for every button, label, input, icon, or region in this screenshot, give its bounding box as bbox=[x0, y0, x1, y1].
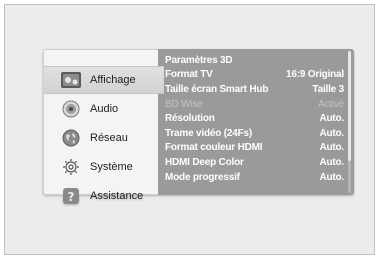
setting-row-trame-video[interactable]: Trame vidéo (24Fs) Auto. bbox=[165, 126, 344, 141]
setting-value: Auto. bbox=[319, 127, 344, 139]
setting-label: BD Wise bbox=[165, 98, 203, 110]
sidebar-item-audio[interactable]: Audio bbox=[44, 95, 158, 123]
setting-value: Taille 3 bbox=[312, 83, 344, 95]
sidebar-item-reseau[interactable]: Réseau bbox=[44, 124, 158, 152]
setting-value: Auto. bbox=[319, 113, 344, 125]
setting-row-hdmi-deep-color[interactable]: HDMI Deep Color Auto. bbox=[165, 155, 344, 170]
setting-label: Format couleur HDMI bbox=[165, 142, 263, 154]
setting-label: Mode progressif bbox=[165, 171, 240, 183]
setting-row-taille-ecran[interactable]: Taille écran Smart Hub Taille 3 bbox=[165, 82, 344, 97]
setting-label: Format TV bbox=[165, 69, 213, 81]
setting-row-resolution[interactable]: Résolution Auto. bbox=[165, 111, 344, 126]
setting-value: Auto. bbox=[319, 142, 344, 154]
setting-label: Paramètres 3D bbox=[165, 54, 233, 66]
setting-label: Résolution bbox=[165, 113, 215, 125]
sidebar-item-affichage[interactable]: Affichage bbox=[44, 66, 164, 94]
globe-network-icon bbox=[60, 128, 82, 148]
setting-row-mode-progressif[interactable]: Mode progressif Auto. bbox=[165, 170, 344, 185]
setting-value: Activé bbox=[317, 98, 344, 110]
setting-label: HDMI Deep Color bbox=[165, 156, 244, 168]
setting-label: Trame vidéo (24Fs) bbox=[165, 127, 252, 139]
setting-row-bd-wise: BD Wise Activé bbox=[165, 97, 344, 112]
help-icon: ? bbox=[60, 186, 82, 206]
svg-text:?: ? bbox=[68, 190, 75, 204]
sidebar-item-label: Affichage bbox=[90, 74, 136, 86]
setting-value: Auto. bbox=[319, 171, 344, 183]
setting-row-parametres-3d[interactable]: Paramètres 3D bbox=[165, 53, 344, 68]
sidebar-item-label: Assistance bbox=[90, 190, 144, 202]
settings-list: Paramètres 3D Format TV 16:9 Original Ta… bbox=[158, 49, 354, 195]
setting-value: Auto. bbox=[319, 156, 344, 168]
settings-menu: Affichage Audio Réseau Système ? Assista… bbox=[43, 49, 354, 204]
scrollbar-thumb[interactable] bbox=[348, 51, 351, 161]
gear-icon bbox=[60, 157, 82, 177]
speaker-icon bbox=[60, 99, 82, 119]
setting-row-format-tv[interactable]: Format TV 16:9 Original bbox=[165, 68, 344, 83]
settings-sidebar: Affichage Audio Réseau Système ? Assista… bbox=[43, 49, 164, 204]
sidebar-item-label: Audio bbox=[90, 103, 119, 115]
sidebar-item-systeme[interactable]: Système bbox=[44, 153, 158, 181]
setting-value: 16:9 Original bbox=[286, 69, 344, 81]
sidebar-item-label: Système bbox=[90, 161, 133, 173]
setting-row-format-couleur-hdmi[interactable]: Format couleur HDMI Auto. bbox=[165, 141, 344, 156]
screen-frame: Affichage Audio Réseau Système ? Assista… bbox=[4, 4, 375, 255]
sidebar-item-label: Réseau bbox=[90, 132, 128, 144]
sidebar-item-assistance[interactable]: ? Assistance bbox=[44, 182, 158, 210]
setting-label: Taille écran Smart Hub bbox=[165, 83, 269, 95]
scrollbar[interactable] bbox=[348, 51, 351, 193]
display-settings-icon bbox=[60, 70, 82, 90]
